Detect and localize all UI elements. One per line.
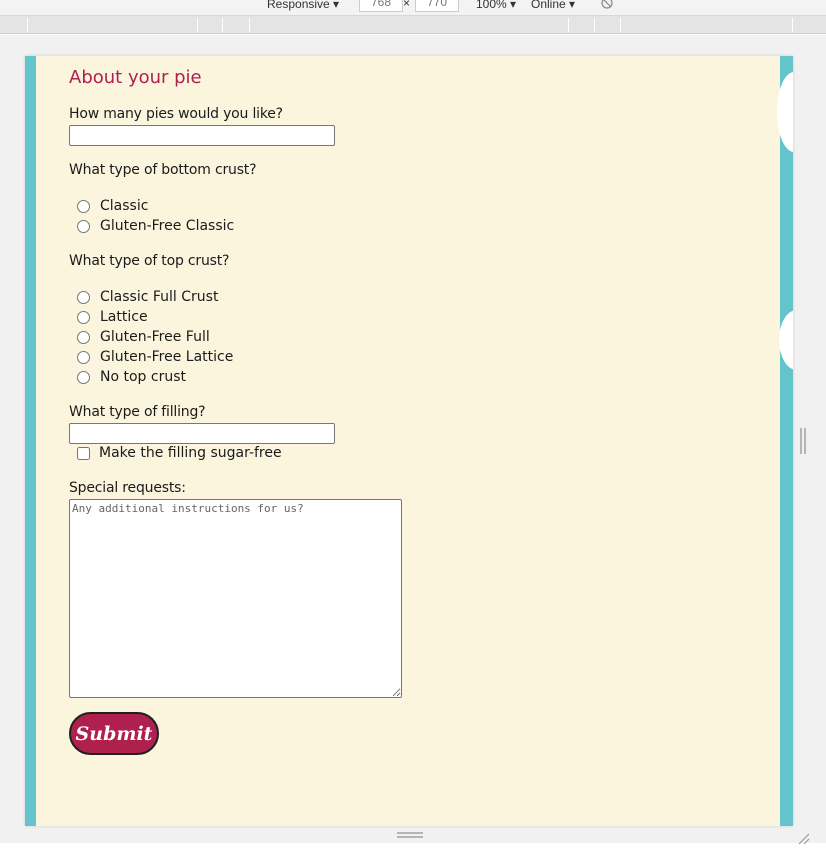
rotate-icon[interactable]	[600, 0, 614, 13]
option-label: Gluten-Free Full	[100, 329, 210, 345]
radio-button[interactable]	[77, 291, 90, 304]
zoom-selector[interactable]: 100% ▾	[476, 0, 516, 11]
sugar-free-label: Make the filling sugar-free	[99, 445, 282, 461]
resize-handle-right[interactable]	[800, 428, 806, 454]
right-decorative-band	[780, 56, 793, 826]
option-label: Gluten-Free Classic	[100, 218, 235, 234]
devtools-toolbar: Responsive ▾ 768 × 770 100% ▾ Online ▾	[0, 0, 826, 16]
page-viewport: About your pie How many pies would you l…	[25, 56, 793, 826]
resize-corner-icon[interactable]	[798, 830, 810, 845]
resize-handle-bottom[interactable]	[397, 832, 423, 838]
option-label: Classic Full Crust	[100, 289, 219, 305]
bottom-crust-label: What type of bottom crust?	[69, 162, 257, 178]
top-crust-label: What type of top crust?	[69, 253, 230, 269]
viewport-height-input[interactable]: 770	[415, 0, 459, 12]
option-label: Classic	[100, 198, 149, 214]
option-label: No top crust	[100, 369, 186, 385]
left-decorative-band	[25, 56, 36, 826]
quantity-label: How many pies would you like?	[69, 106, 283, 122]
radio-button[interactable]	[77, 311, 90, 324]
sugar-free-checkbox[interactable]	[77, 447, 90, 460]
special-requests-label: Special requests:	[69, 480, 186, 496]
radio-button[interactable]	[77, 200, 90, 213]
viewport-width-input[interactable]: 768	[359, 0, 403, 12]
device-selector[interactable]: Responsive ▾	[267, 0, 339, 11]
special-requests-textarea[interactable]	[69, 499, 402, 698]
media-query-ruler	[0, 16, 826, 34]
radio-button[interactable]	[77, 220, 90, 233]
radio-button[interactable]	[77, 331, 90, 344]
radio-button[interactable]	[77, 371, 90, 384]
option-label: Lattice	[100, 309, 148, 325]
submit-button[interactable]: Submit	[69, 712, 159, 755]
radio-button[interactable]	[77, 351, 90, 364]
dimension-separator: ×	[403, 0, 411, 10]
quantity-input[interactable]	[69, 125, 335, 146]
throttle-selector[interactable]: Online ▾	[531, 0, 575, 11]
section-heading: About your pie	[69, 67, 202, 88]
filling-input[interactable]	[69, 423, 335, 444]
option-label: Gluten-Free Lattice	[100, 349, 234, 365]
filling-label: What type of filling?	[69, 404, 206, 420]
